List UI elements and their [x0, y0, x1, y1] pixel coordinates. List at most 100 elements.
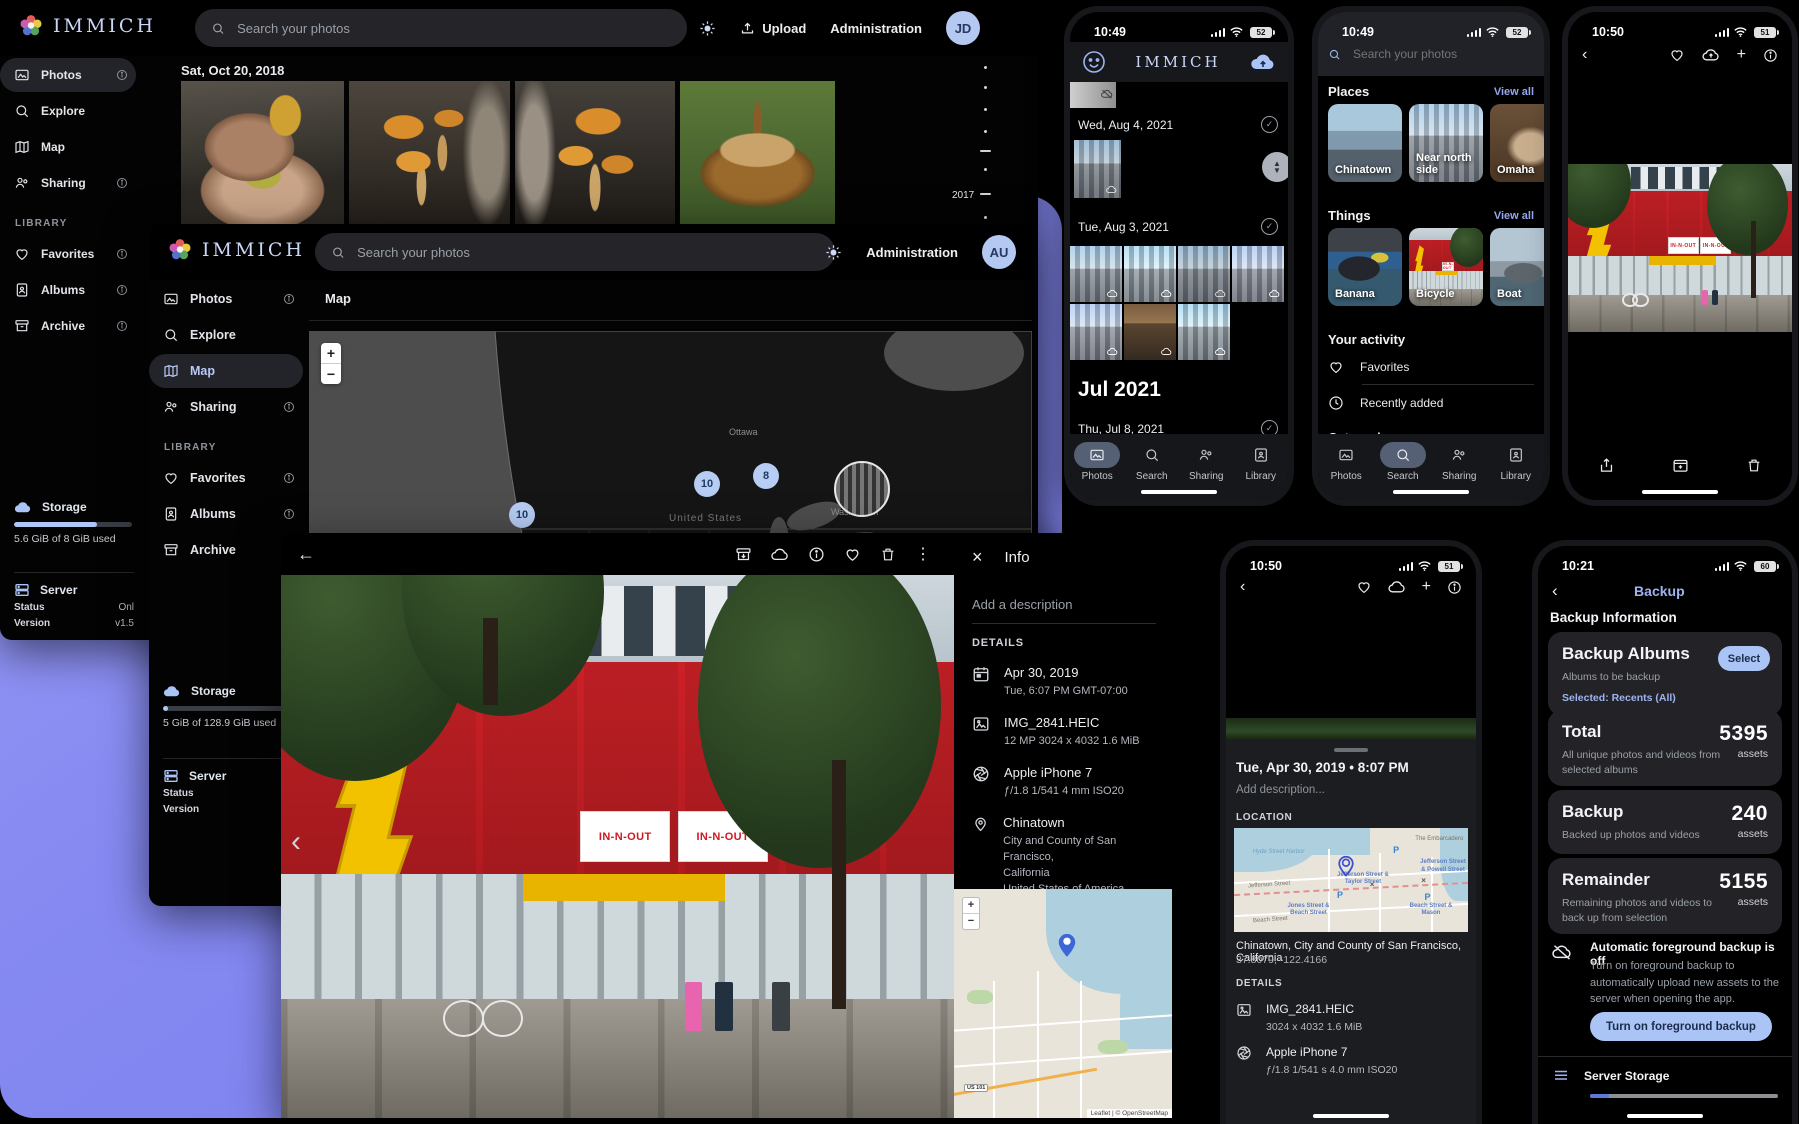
- cloud-upload-icon[interactable]: [1702, 48, 1720, 62]
- sidebar-item-favorites[interactable]: Favorites: [0, 237, 136, 271]
- photo-thumbnail[interactable]: [1074, 140, 1121, 198]
- plus-icon[interactable]: +: [1422, 578, 1431, 596]
- heart-icon[interactable]: [1356, 579, 1372, 595]
- sidebar-item-photos[interactable]: Photos: [0, 58, 136, 92]
- info-icon[interactable]: [116, 248, 128, 260]
- map-cluster-marker[interactable]: 10: [509, 502, 535, 528]
- sidebar-item-sharing[interactable]: Sharing: [149, 390, 303, 424]
- location-map[interactable]: ×× Hyde Street Harbor The Embarcadero Je…: [1234, 828, 1468, 932]
- map-zoom-control[interactable]: +−: [962, 897, 980, 930]
- plus-icon[interactable]: +: [1737, 46, 1746, 64]
- turn-on-foreground-backup-button[interactable]: Turn on foreground backup: [1590, 1012, 1772, 1041]
- photo-sliver[interactable]: [1226, 718, 1476, 740]
- info-icon[interactable]: [283, 401, 295, 413]
- add-description-field[interactable]: Add description...: [1236, 784, 1325, 796]
- place-card[interactable]: Near north side: [1409, 104, 1483, 182]
- sidebar-item-explore[interactable]: Explore: [149, 318, 303, 352]
- partial-photo-thumbnail[interactable]: [1070, 82, 1116, 108]
- map-cluster-marker[interactable]: 10: [694, 471, 720, 497]
- zoom-out-button[interactable]: −: [963, 914, 979, 929]
- cloud-upload-icon[interactable]: [1388, 580, 1406, 594]
- search-bar[interactable]: [195, 9, 687, 47]
- avatar[interactable]: JD: [946, 11, 980, 45]
- timeline-scrubber-handle[interactable]: ▲▼: [1262, 152, 1288, 182]
- back-chevron-icon[interactable]: ‹: [1240, 578, 1245, 596]
- thing-card[interactable]: IN-N-OUT Bicycle: [1409, 228, 1483, 306]
- immich-logo[interactable]: IMMICH: [167, 237, 305, 263]
- in-n-out-photo[interactable]: IN-N-OUT IN-N-OUT: [1568, 164, 1792, 332]
- info-icon[interactable]: [116, 177, 128, 189]
- view-all-link[interactable]: View all: [1494, 86, 1534, 98]
- detail-row-location[interactable]: Chinatown City and County of San Francis…: [972, 815, 1162, 898]
- place-card[interactable]: Chinatown: [1328, 104, 1402, 182]
- nav-item-library[interactable]: Library: [1234, 442, 1288, 482]
- photo-thumbnail[interactable]: [1178, 246, 1230, 302]
- select-check-icon[interactable]: ✓: [1261, 116, 1278, 133]
- info-icon[interactable]: [1763, 48, 1778, 63]
- search-input[interactable]: [1351, 46, 1534, 62]
- sidebar-item-map[interactable]: Map: [149, 354, 303, 388]
- sidebar-item-albums[interactable]: Albums: [0, 273, 136, 307]
- photo-thumbnail[interactable]: [1232, 246, 1284, 302]
- view-all-link[interactable]: View all: [1494, 210, 1534, 222]
- zoom-out-button[interactable]: −: [321, 364, 341, 384]
- nav-item-library[interactable]: Library: [1489, 442, 1543, 482]
- location-map[interactable]: +− US 101 Leaflet | © OpenStreetMap: [954, 889, 1172, 1118]
- archive-download-icon[interactable]: [735, 546, 752, 563]
- search-input[interactable]: [355, 244, 819, 261]
- map-zoom-control[interactable]: +−: [321, 343, 341, 384]
- theme-sun-icon[interactable]: [699, 20, 716, 37]
- photo-thumbnail[interactable]: [349, 81, 510, 225]
- sidebar-item-favorites[interactable]: Favorites: [149, 461, 303, 495]
- info-icon[interactable]: [116, 284, 128, 296]
- heart-icon[interactable]: [844, 546, 861, 563]
- administration-button[interactable]: Administration: [866, 245, 958, 260]
- activity-recently-added[interactable]: Recently added: [1328, 386, 1534, 420]
- cloud-download-icon[interactable]: [771, 547, 789, 562]
- nav-item-search[interactable]: Search: [1125, 442, 1179, 482]
- kebab-menu-icon[interactable]: ⋮: [915, 544, 932, 564]
- info-icon[interactable]: [283, 472, 295, 484]
- info-icon[interactable]: [1447, 580, 1462, 595]
- photo-thumbnail[interactable]: [1124, 246, 1176, 302]
- drag-handle[interactable]: [1334, 748, 1368, 752]
- sidebar-item-archive[interactable]: Archive: [149, 533, 303, 567]
- info-icon[interactable]: [116, 69, 128, 81]
- nav-item-sharing[interactable]: Sharing: [1179, 442, 1233, 482]
- info-icon[interactable]: [808, 546, 825, 563]
- photo-thumbnail[interactable]: [1124, 304, 1176, 360]
- sidebar-item-albums[interactable]: Albums: [149, 497, 303, 531]
- zoom-in-button[interactable]: +: [963, 898, 979, 914]
- photo-viewer[interactable]: ‹ IN-N-OUT IN-N-OUT: [281, 575, 954, 1118]
- heart-icon[interactable]: [1669, 47, 1685, 63]
- sidebar-item-map[interactable]: Map: [0, 130, 136, 164]
- sidebar-item-sharing[interactable]: Sharing: [0, 166, 136, 200]
- profile-icon[interactable]: [1082, 50, 1106, 74]
- immich-logo[interactable]: IMMICH: [18, 13, 156, 39]
- nav-item-sharing[interactable]: Sharing: [1432, 442, 1486, 482]
- trash-icon[interactable]: [1746, 457, 1762, 474]
- upload-button[interactable]: Upload: [740, 21, 806, 36]
- photo-thumbnail[interactable]: [1070, 304, 1122, 360]
- photo-thumbnail[interactable]: [1070, 246, 1122, 302]
- nav-item-photos[interactable]: Photos: [1070, 442, 1124, 482]
- trash-icon[interactable]: [880, 546, 896, 563]
- backup-cloud-icon[interactable]: [1250, 52, 1276, 72]
- info-icon[interactable]: [283, 508, 295, 520]
- archive-add-icon[interactable]: [1672, 457, 1689, 474]
- activity-favorites[interactable]: Favorites: [1328, 350, 1534, 384]
- zoom-in-button[interactable]: +: [321, 343, 341, 364]
- thing-card[interactable]: Boat: [1490, 228, 1544, 306]
- back-chevron-icon[interactable]: ‹: [1582, 46, 1587, 64]
- sidebar-item-photos[interactable]: Photos: [149, 282, 303, 316]
- select-check-icon[interactable]: ✓: [1261, 218, 1278, 235]
- search-bar[interactable]: [315, 233, 835, 271]
- place-card[interactable]: Omaha: [1490, 104, 1544, 182]
- close-icon[interactable]: ×: [972, 547, 983, 568]
- avatar[interactable]: AU: [982, 235, 1016, 269]
- nav-item-photos[interactable]: Photos: [1319, 442, 1373, 482]
- search-input[interactable]: [235, 20, 671, 37]
- select-button[interactable]: Select: [1718, 646, 1770, 671]
- info-icon[interactable]: [116, 320, 128, 332]
- add-description-field[interactable]: Add a description: [972, 597, 1072, 612]
